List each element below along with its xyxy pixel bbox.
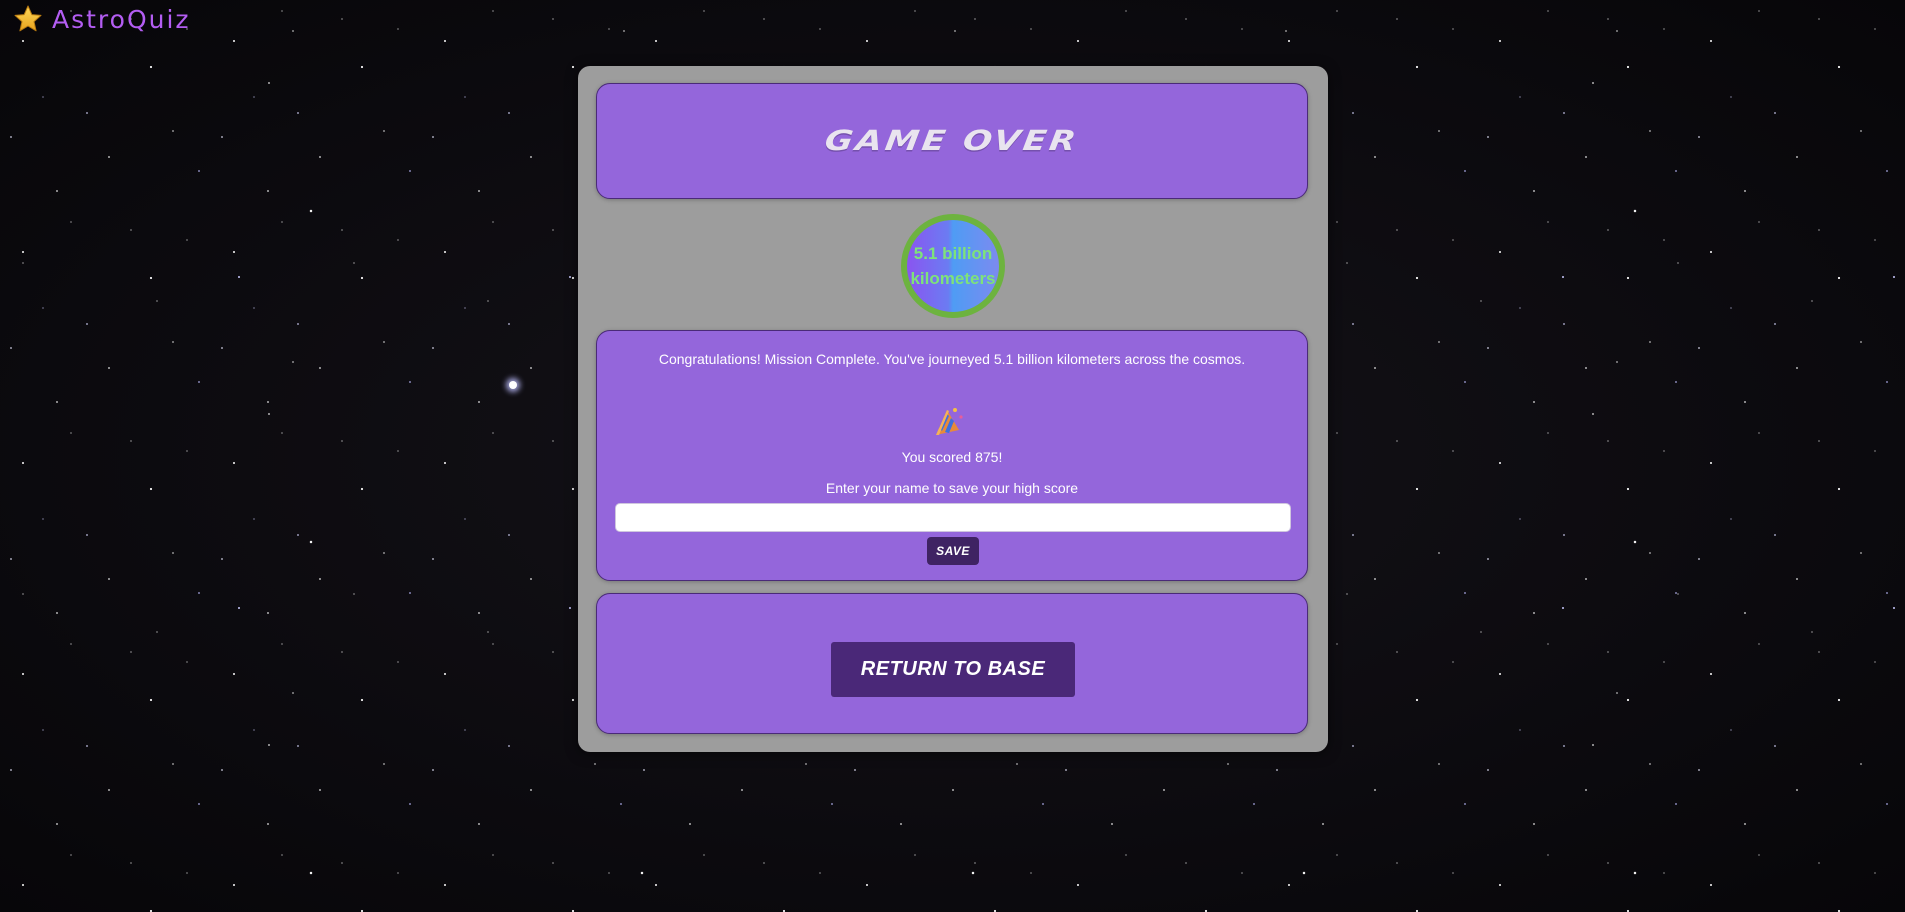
name-prompt: Enter your name to save your high score xyxy=(825,480,1079,496)
title-card: GAME OVER xyxy=(596,83,1308,199)
distance-unit: kilometers xyxy=(910,269,996,288)
player-name-input[interactable] xyxy=(615,503,1291,532)
return-to-base-button[interactable]: RETURN TO BASE xyxy=(831,642,1075,697)
return-card: RETURN TO BASE xyxy=(596,593,1308,734)
star-icon xyxy=(14,5,42,32)
bright-star xyxy=(509,381,517,389)
distance-value: 5.1 billion xyxy=(913,244,993,263)
save-button[interactable]: SAVE xyxy=(927,537,979,565)
distance-badge: 5.1 billion kilometers xyxy=(901,214,1005,318)
app-logo[interactable]: AstroQuiz xyxy=(13,4,191,34)
game-over-panel: GAME OVER 5.1 billion kilometers Congrat… xyxy=(578,66,1328,752)
score-text: You scored 875! xyxy=(901,449,1003,465)
app-name: AstroQuiz xyxy=(52,4,191,34)
congrats-message: Congratulations! Mission Complete. You'v… xyxy=(658,351,1246,367)
page-title: GAME OVER xyxy=(822,124,1082,158)
party-popper-icon xyxy=(936,408,963,435)
result-card: Congratulations! Mission Complete. You'v… xyxy=(596,330,1308,581)
